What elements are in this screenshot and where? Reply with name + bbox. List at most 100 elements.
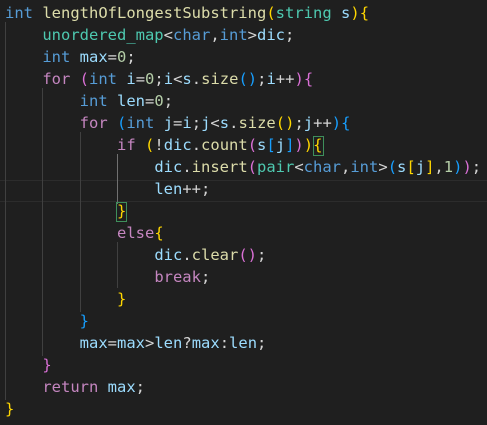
code-token: int <box>219 26 248 44</box>
code-token: ) <box>294 136 304 154</box>
code-token: ; <box>200 180 211 198</box>
code-token: max <box>79 334 108 352</box>
code-token: ; <box>135 378 146 396</box>
code-line[interactable]: int lengthOfLongestSubstring(string s){ <box>5 2 369 24</box>
code-token: ( <box>247 158 257 176</box>
code-token: 0 <box>117 48 127 66</box>
code-token: { <box>359 4 370 22</box>
code-token: } <box>116 202 127 220</box>
code-token: s <box>257 136 267 154</box>
code-token: int <box>126 114 155 132</box>
code-token: s <box>397 158 407 176</box>
code-line[interactable]: } <box>5 288 126 310</box>
code-token: dic <box>257 26 286 44</box>
code-token: max <box>107 378 136 396</box>
code-token: ( <box>266 4 276 22</box>
code-token: ; <box>154 70 164 88</box>
code-token: ; <box>191 114 202 132</box>
code-token: = <box>107 48 118 66</box>
code-token: ; <box>471 158 482 176</box>
code-token: len <box>154 180 183 198</box>
code-token: ) <box>303 136 314 154</box>
code-editor[interactable]: int lengthOfLongestSubstring(string s){ … <box>0 0 487 425</box>
code-token: pair <box>257 158 295 176</box>
code-line[interactable]: break; <box>5 266 210 288</box>
code-token: if <box>116 136 136 154</box>
code-token: { <box>154 224 164 242</box>
code-token: ( <box>79 70 90 88</box>
code-line[interactable]: unordered_map<char,int>dic; <box>5 24 294 46</box>
code-token: , <box>210 26 220 44</box>
code-token: s <box>341 4 351 22</box>
code-line[interactable]: int len=0; <box>5 90 173 112</box>
code-token: ( <box>117 114 127 132</box>
code-token: 1 <box>443 158 454 176</box>
code-token: () <box>238 246 257 264</box>
code-line[interactable]: return max; <box>5 376 145 398</box>
code-token: ! <box>154 136 164 154</box>
code-token: { <box>313 136 323 154</box>
code-token: { <box>303 70 314 88</box>
code-token: , <box>434 158 444 176</box>
code-line[interactable]: } <box>5 200 126 222</box>
code-token: break <box>154 268 201 286</box>
code-line[interactable]: if (!dic.count(s[j])){ <box>5 134 322 156</box>
code-token: for <box>79 114 108 132</box>
code-token: int <box>89 70 118 88</box>
code-token: len <box>229 334 258 352</box>
code-token: { <box>341 114 351 132</box>
code-token: s <box>219 114 230 132</box>
code-token: } <box>116 290 127 308</box>
code-token: . <box>182 246 192 264</box>
code-token: s <box>182 70 192 88</box>
code-token: dic <box>154 158 183 176</box>
code-line[interactable]: for (int i=0;i<s.size();i++){ <box>5 68 313 90</box>
code-token: j <box>163 114 174 132</box>
code-line[interactable]: dic.clear(); <box>5 244 266 266</box>
code-token: max <box>191 334 220 352</box>
code-token: string <box>275 4 332 22</box>
code-token: j <box>275 136 286 154</box>
code-line[interactable]: int max=0; <box>5 46 136 68</box>
code-token: () <box>275 114 295 132</box>
code-token: ] <box>425 158 435 176</box>
code-token: ++ <box>275 70 295 88</box>
code-token: count <box>201 136 248 154</box>
code-token: len <box>154 334 183 352</box>
code-token: i <box>182 114 192 132</box>
code-line[interactable]: dic.insert(pair<char,int>(s[j],1)); <box>5 156 481 178</box>
code-line[interactable]: for (int j=i;j<s.size();j++){ <box>5 112 351 134</box>
code-token: ) <box>462 158 472 176</box>
code-token: size <box>201 70 239 88</box>
code-token: < <box>294 158 304 176</box>
code-line[interactable]: } <box>5 398 14 420</box>
code-line[interactable]: max=max>len?max:len; <box>5 332 267 354</box>
code-token: ( <box>145 136 155 154</box>
code-token: = <box>173 114 183 132</box>
code-line[interactable]: } <box>5 354 51 376</box>
code-token: ; <box>163 92 174 110</box>
code-line[interactable]: else{ <box>5 222 164 244</box>
code-token: ; <box>126 48 136 66</box>
code-token: ; <box>257 334 267 352</box>
code-token: ++ <box>182 180 201 198</box>
code-token: < <box>163 26 173 44</box>
code-line[interactable]: } <box>5 310 89 332</box>
code-line[interactable]: len++; <box>5 178 210 200</box>
code-token: . <box>191 70 202 88</box>
